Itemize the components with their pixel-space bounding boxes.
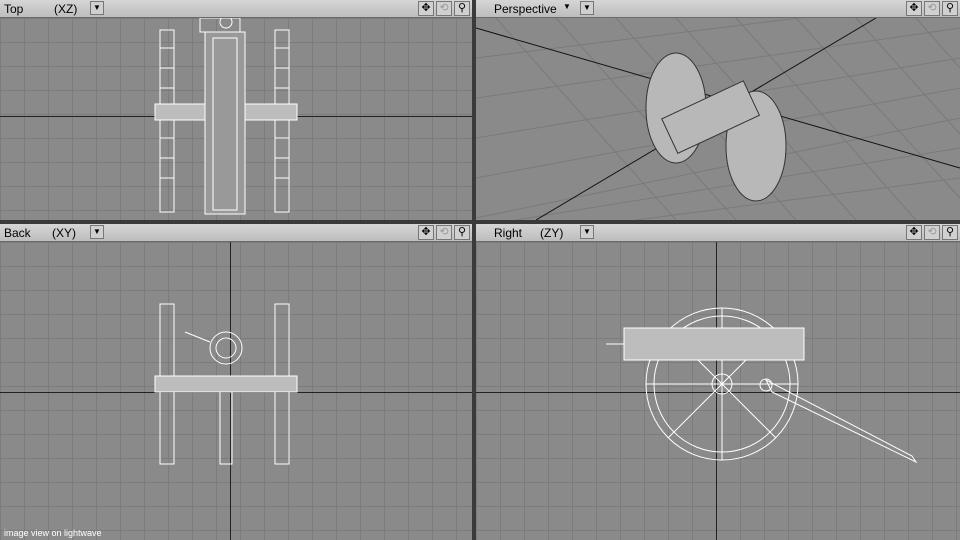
- wireframe-right: [606, 307, 918, 464]
- chevron-down-icon[interactable]: ▼: [580, 1, 594, 15]
- zoom-icon[interactable]: ⚲: [942, 225, 958, 240]
- move-icon[interactable]: ✥: [906, 1, 922, 16]
- viewport-back[interactable]: Back (XY) ▼ ✥ ⟲ ⚲ image view on lightwav…: [0, 224, 472, 540]
- wireframe-back: [154, 303, 298, 465]
- viewport-canvas[interactable]: [476, 18, 960, 220]
- axis-label[interactable]: (XY): [52, 226, 76, 240]
- image-caption: image view on lightwave: [4, 528, 102, 538]
- rotate-icon[interactable]: ⟲: [924, 225, 940, 240]
- zoom-icon[interactable]: ⚲: [454, 225, 470, 240]
- viewport-title[interactable]: Perspective: [494, 2, 557, 16]
- move-icon[interactable]: ✥: [418, 225, 434, 240]
- viewport-top[interactable]: Top (XZ) ▼ ✥ ⟲ ⚲: [0, 0, 472, 220]
- axis-label[interactable]: (ZY): [540, 226, 563, 240]
- viewport-canvas[interactable]: image view on lightwave: [0, 242, 472, 540]
- chevron-down-icon[interactable]: ▼: [90, 1, 104, 15]
- move-icon[interactable]: ✥: [418, 1, 434, 16]
- axis-label[interactable]: (XZ): [54, 2, 77, 16]
- chevron-down-icon[interactable]: ▼: [580, 225, 594, 239]
- viewport-header: Perspective ▼ ▼ ✥ ⟲ ⚲: [476, 0, 960, 18]
- viewport-title[interactable]: Top: [4, 2, 23, 16]
- chevron-down-icon[interactable]: ▼: [560, 1, 574, 15]
- viewport-header: Back (XY) ▼ ✥ ⟲ ⚲: [0, 224, 472, 242]
- zoom-icon[interactable]: ⚲: [942, 1, 958, 16]
- viewport-title[interactable]: Back: [4, 226, 31, 240]
- zoom-icon[interactable]: ⚲: [454, 1, 470, 16]
- viewport-header: Top (XZ) ▼ ✥ ⟲ ⚲: [0, 0, 472, 18]
- viewport-perspective[interactable]: Perspective ▼ ▼ ✥ ⟲ ⚲: [476, 0, 960, 220]
- viewport-canvas[interactable]: [0, 18, 472, 220]
- chevron-down-icon[interactable]: ▼: [90, 225, 104, 239]
- viewport-header: Right (ZY) ▼ ✥ ⟲ ⚲: [476, 224, 960, 242]
- viewport-canvas[interactable]: [476, 242, 960, 540]
- rotate-icon[interactable]: ⟲: [924, 1, 940, 16]
- rotate-icon[interactable]: ⟲: [436, 1, 452, 16]
- rotate-icon[interactable]: ⟲: [436, 225, 452, 240]
- move-icon[interactable]: ✥: [906, 225, 922, 240]
- wireframe-perspective: [476, 18, 960, 220]
- viewport-title[interactable]: Right: [494, 226, 522, 240]
- wireframe-top: [154, 18, 298, 215]
- viewport-right[interactable]: Right (ZY) ▼ ✥ ⟲ ⚲: [476, 224, 960, 540]
